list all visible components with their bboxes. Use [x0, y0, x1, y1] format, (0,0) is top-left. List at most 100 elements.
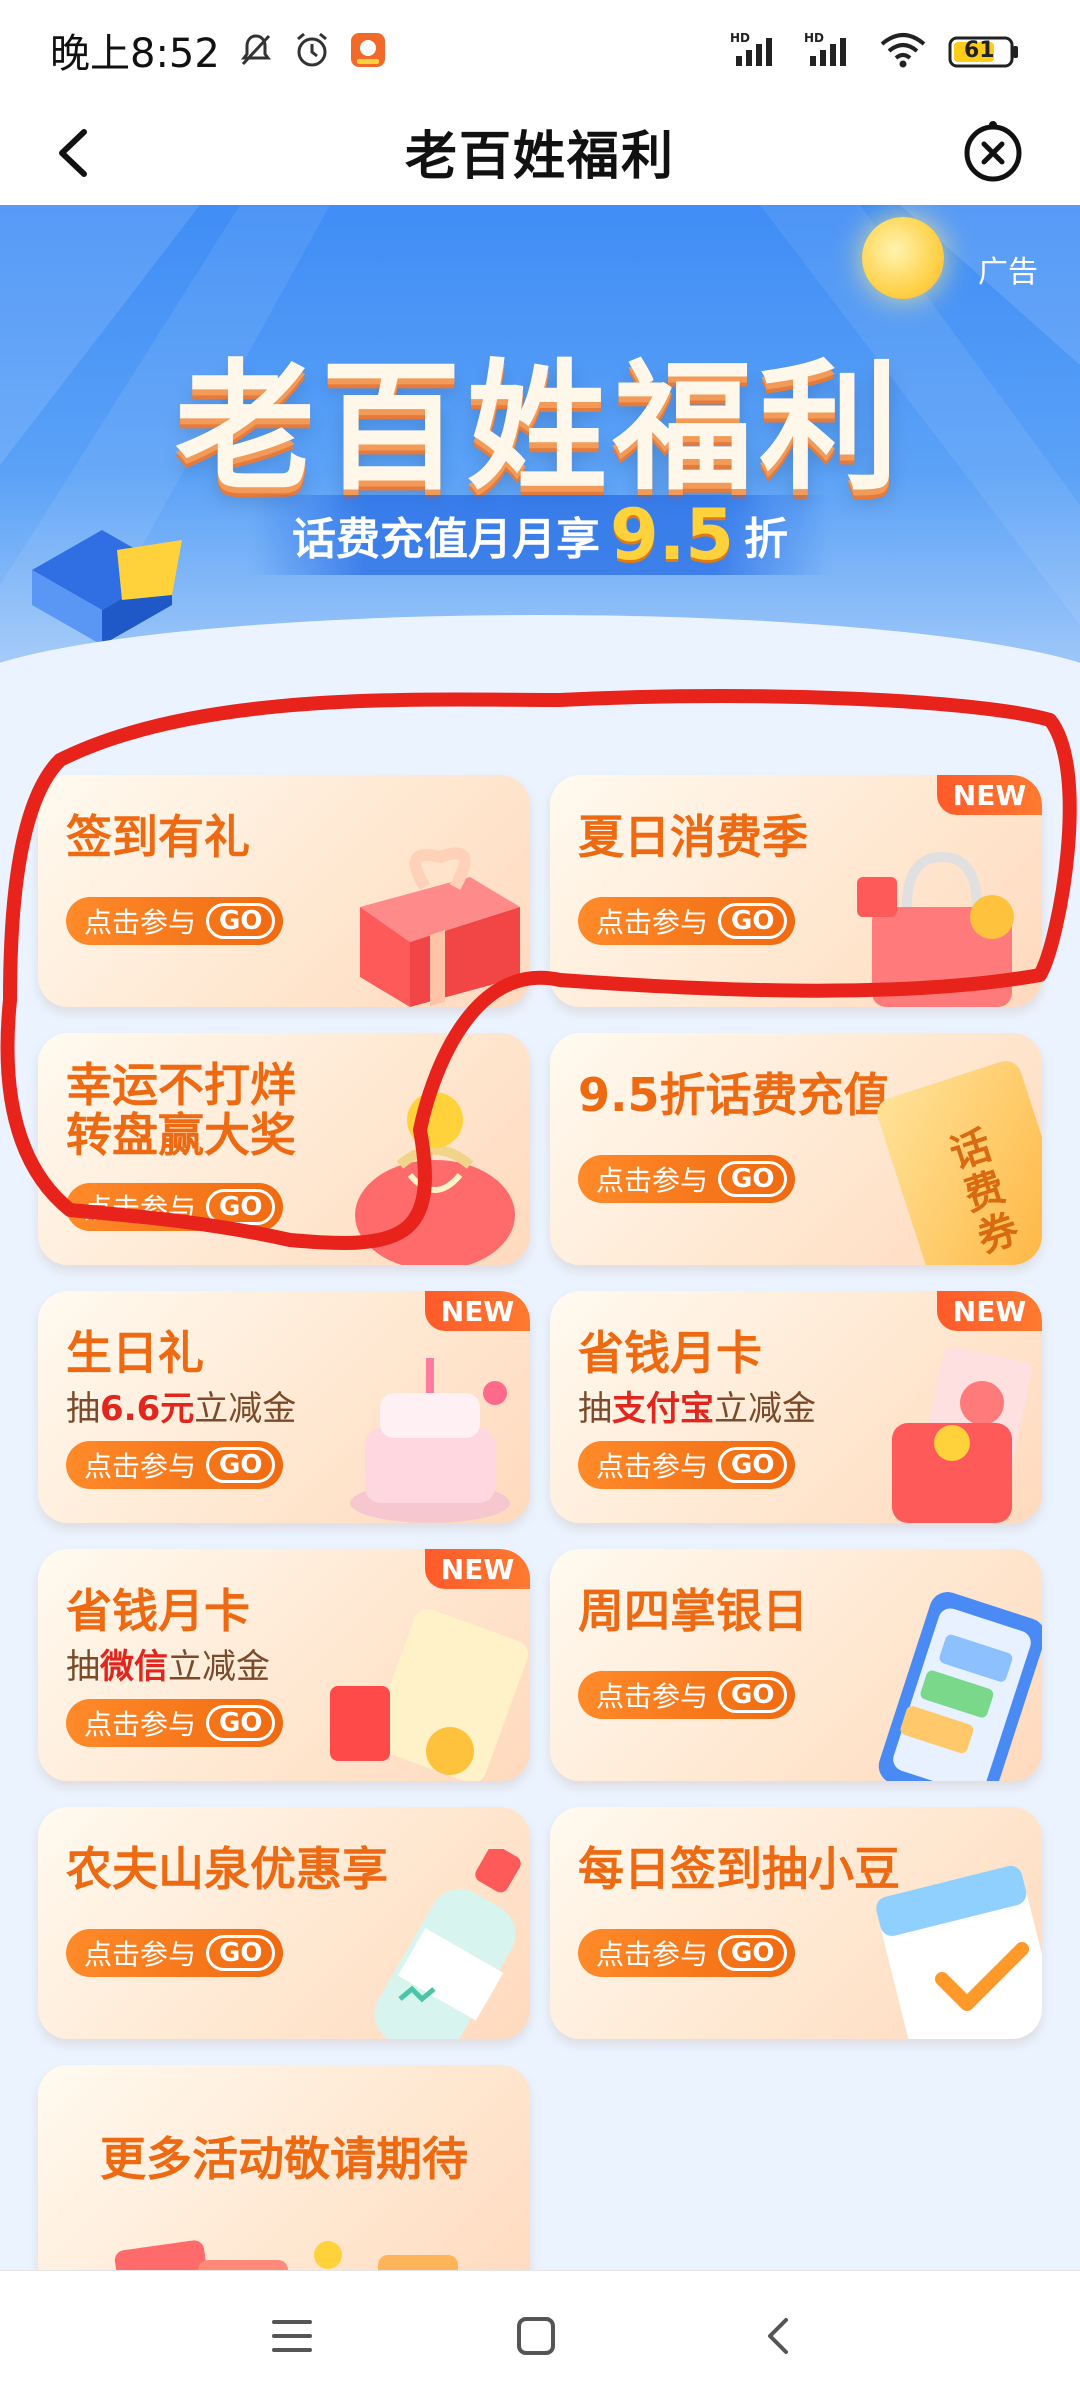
menu-icon	[272, 2320, 312, 2352]
subtitle-suffix: 立减金	[194, 1389, 297, 1429]
card-subtitle: 抽6.6元立减金	[66, 1381, 296, 1430]
screen: 晚上8:52 HD HD 61 老百姓福利 广告 老百姓福利 话费充值月月享 9…	[0, 0, 1080, 2400]
shopping-bag-icon	[857, 851, 1014, 1007]
mute-bell-icon	[236, 30, 276, 70]
content-area: 广告 老百姓福利 话费充值月月享 9.5 折 签到有礼 点击参与 GO NEW …	[0, 205, 1080, 2270]
card-summer-consumption[interactable]: NEW 夏日消费季 点击参与 GO	[550, 775, 1042, 1007]
card-subtitle: 抽支付宝立减金	[578, 1381, 816, 1430]
join-button[interactable]: 点击参与 GO	[66, 1929, 284, 1977]
go-label: GO	[718, 1935, 788, 1971]
card-title: 省钱月卡	[578, 1326, 762, 1380]
ticket-coin-icon	[330, 1608, 529, 1781]
home-square-icon	[517, 2317, 555, 2355]
go-label: GO	[718, 1677, 788, 1713]
new-badge: NEW	[937, 775, 1042, 815]
card-title: 签到有礼	[66, 810, 250, 864]
join-button[interactable]: 点击参与 GO	[578, 1929, 796, 1977]
battery-level: 61	[964, 38, 995, 63]
card-title-line2: 转盘赢大奖	[66, 1108, 296, 1162]
card-birthday-gift[interactable]: NEW 生日礼 抽6.6元立减金 点击参与 GO	[38, 1291, 530, 1523]
system-back-button[interactable]	[750, 2306, 810, 2366]
join-label: 点击参与	[84, 1708, 197, 1741]
join-button[interactable]: 点击参与 GO	[66, 1183, 284, 1231]
card-subtitle: 抽微信立减金	[66, 1639, 270, 1688]
join-label: 点击参与	[596, 1450, 709, 1483]
subtitle-highlight: 6.6元	[100, 1389, 195, 1429]
card-title: 生日礼	[66, 1326, 204, 1380]
navigation-bar: 老百姓福利	[0, 100, 1080, 205]
card-saving-monthly-alipay[interactable]: NEW 省钱月卡 抽支付宝立减金 点击参与 GO	[550, 1291, 1042, 1523]
app-notification-icon	[348, 30, 388, 70]
birthday-cake-icon	[350, 1358, 510, 1523]
red-envelopes-decoration	[114, 2240, 458, 2270]
join-label: 点击参与	[84, 1938, 197, 1971]
battery-icon: 61	[948, 34, 1020, 70]
page-title: 老百姓福利	[404, 127, 675, 187]
lucky-bag-icon	[355, 1092, 515, 1265]
phone-app-icon	[878, 1592, 1042, 1781]
card-thursday-bank-day[interactable]: 周四掌银日 点击参与 GO	[550, 1549, 1042, 1781]
new-badge: NEW	[425, 1291, 530, 1331]
card-sign-in-gift[interactable]: 签到有礼 点击参与 GO	[38, 775, 530, 1007]
calendar-check-icon	[876, 1865, 1042, 2039]
promo-banner[interactable]: 广告 老百姓福利 话费充值月月享 9.5 折	[0, 205, 1080, 695]
card-title: 更多活动敬请期待	[100, 2132, 468, 2186]
back-triangle-icon	[768, 2318, 788, 2354]
menu-button[interactable]	[262, 2306, 322, 2366]
water-bottle-icon	[374, 1849, 521, 2039]
go-label: GO	[206, 1447, 276, 1483]
card-title: 省钱月卡	[66, 1584, 250, 1638]
home-button[interactable]	[506, 2306, 566, 2366]
join-label: 点击参与	[596, 1938, 709, 1971]
new-badge: NEW	[425, 1549, 530, 1589]
wifi-icon	[878, 30, 928, 74]
svg-text:HD: HD	[730, 31, 750, 45]
join-button[interactable]: 点击参与 GO	[578, 1441, 796, 1489]
join-label: 点击参与	[84, 1450, 197, 1483]
card-phone-recharge[interactable]: 9.5折话费充值 点击参与 GO 话费券	[550, 1033, 1042, 1265]
close-circle-icon	[964, 121, 1022, 182]
join-button[interactable]: 点击参与 GO	[66, 897, 284, 945]
subtitle-suffix: 立减金	[714, 1389, 816, 1429]
banner-subtitle-text: 话费充值月月享	[291, 514, 600, 565]
join-button[interactable]: 点击参与 GO	[578, 1155, 796, 1203]
coupon-ticket-icon: 话费券	[873, 1056, 1042, 1265]
sun-decoration	[862, 217, 944, 299]
join-label: 点击参与	[596, 1164, 709, 1197]
card-saving-monthly-wechat[interactable]: NEW 省钱月卡 抽微信立减金 点击参与 GO	[38, 1549, 530, 1781]
card-daily-checkin-beans[interactable]: 每日签到抽小豆 点击参与 GO	[550, 1807, 1042, 2039]
new-badge: NEW	[937, 1291, 1042, 1331]
join-button[interactable]: 点击参与 GO	[66, 1699, 284, 1747]
cellular-signal-1-icon: HD	[730, 30, 784, 74]
join-button[interactable]: 点击参与 GO	[578, 1671, 796, 1719]
close-button[interactable]	[958, 116, 1028, 186]
join-label: 点击参与	[84, 1192, 197, 1225]
join-label: 点击参与	[596, 906, 709, 939]
alarm-icon	[292, 30, 332, 70]
go-label: GO	[206, 1189, 276, 1225]
red-envelope-icon	[892, 1346, 1032, 1523]
go-label: GO	[718, 1447, 788, 1483]
card-lucky-wheel[interactable]: 幸运不打烊 转盘赢大奖 点击参与 GO	[38, 1033, 530, 1265]
go-label: GO	[206, 903, 276, 939]
gift-box-icon	[360, 847, 520, 1007]
subtitle-highlight: 微信	[100, 1647, 168, 1687]
join-button[interactable]: 点击参与 GO	[578, 897, 796, 945]
subtitle-prefix: 抽	[578, 1389, 612, 1429]
card-title: 周四掌银日	[578, 1584, 808, 1638]
card-nongfu-spring[interactable]: 农夫山泉优惠享 点击参与 GO	[38, 1807, 530, 2039]
card-title: 9.5折话费充值	[578, 1068, 890, 1122]
cube-decoration	[32, 530, 182, 645]
status-bar: 晚上8:52 HD HD 61	[0, 0, 1080, 100]
status-time: 晚上8:52	[50, 31, 220, 77]
system-navigation-bar	[0, 2270, 1080, 2400]
join-label: 点击参与	[84, 906, 197, 939]
subtitle-highlight: 支付宝	[612, 1389, 714, 1429]
go-label: GO	[206, 1935, 276, 1971]
svg-text:HD: HD	[804, 31, 824, 45]
subtitle-prefix: 抽	[66, 1389, 100, 1429]
subtitle-prefix: 抽	[66, 1647, 100, 1687]
go-label: GO	[206, 1705, 276, 1741]
join-button[interactable]: 点击参与 GO	[66, 1441, 284, 1489]
banner-title: 老百姓福利	[174, 347, 905, 510]
